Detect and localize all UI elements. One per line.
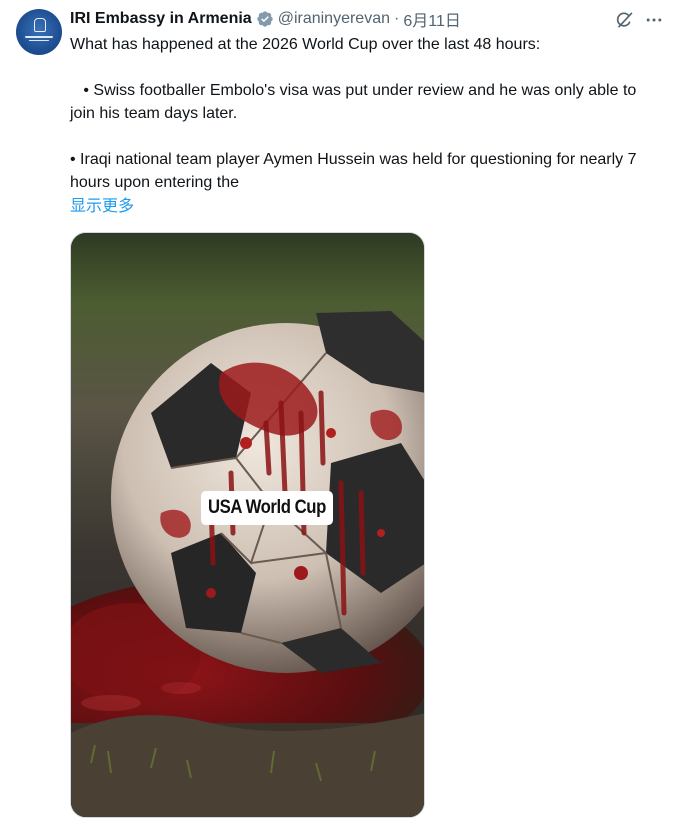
grok-icon[interactable] [613,9,635,31]
author-handle[interactable]: @iraninyerevan [278,10,390,28]
avatar[interactable] [16,9,62,55]
more-icon[interactable] [643,9,665,31]
avatar-script-decoration [25,34,53,42]
separator-dot: · [394,10,400,27]
emblem-icon [34,18,46,32]
verified-gray-icon[interactable] [256,10,274,28]
post-date[interactable]: 6月11日 [403,7,461,31]
post-bullet-2: • Iraqi national team player Aymen Husse… [70,151,637,191]
show-more-link[interactable]: 显示更多 [70,196,134,215]
media-image[interactable]: USA World Cup [70,232,425,818]
tweet-text: What has happened at the 2026 World Cup … [70,33,650,218]
tweet-header: IRI Embassy in Armenia @iraninyerevan · … [70,8,461,30]
soccer-ball-illustration [71,233,424,817]
post-intro: What has happened at the 2026 World Cup … [70,36,541,53]
tweet-card[interactable]: IRI Embassy in Armenia @iraninyerevan · … [0,0,677,823]
post-bullet-1: • Swiss footballer Embolo's visa was put… [70,82,641,122]
author-name[interactable]: IRI Embassy in Armenia [70,10,252,28]
top-actions [613,9,665,31]
ball-caption-label: USA World Cup [201,491,333,525]
